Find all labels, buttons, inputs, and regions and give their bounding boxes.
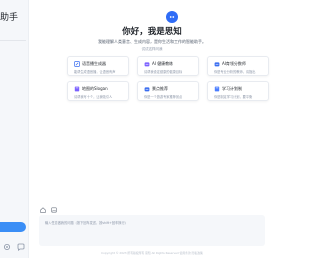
copyright-footer: Copyright © 2023 所有版权所有 思知 All Rights Re… [101,251,203,255]
suggestion-card[interactable]: 语音播生成器 能帮生成语音播，让语音有声 [67,56,129,76]
edit-icon [74,61,80,67]
card-title: 地图的Slogan [82,86,108,91]
assistant-logo-icon [166,11,178,23]
card-description: 请帮我写十个，让我吸引人 [74,95,113,99]
welcome-subtitle: 我能理解人类意言、生成内容，是你生活和工作的智能助手。 [98,39,206,44]
card-description: 你是专业分析的教师，请指出 [214,70,256,74]
sidebar-divider [0,40,26,41]
suggestion-card[interactable]: 地图的Slogan 请帮我写十个，让我吸引人 [67,81,129,101]
card-title: AI 健康教练 [152,61,174,66]
message-input[interactable] [39,215,265,246]
card-title: AI育领分数师 [222,61,246,66]
robot-icon [144,87,150,92]
book-icon [74,86,80,92]
card-title: 语音播生成器 [82,61,106,66]
suggestion-card[interactable]: 景点推荐 你是一个旅游专家推荐景点 [137,81,199,101]
app-brand: 助手 [0,13,19,23]
card-description: 你是制定学习计划，要平衡 [214,95,253,99]
sidebar: 助手 [0,0,29,258]
suggestion-hint: 试试这样问我 [141,47,163,51]
settings-icon[interactable] [3,243,11,251]
chat-icon[interactable] [17,243,25,251]
card-title: 学习计划制 [222,86,242,91]
robot-icon [214,62,220,67]
card-description: 你是一个旅游专家推荐景点 [144,95,183,99]
suggestion-card[interactable]: 学习计划制 你是制定学习计划，要平衡 [207,81,269,101]
home-icon[interactable] [40,207,46,213]
card-description: 请帮我设定健康的健康目标 [144,70,183,74]
card-title: 景点推荐 [152,86,168,91]
new-chat-button[interactable] [0,222,26,232]
chat-main: 你好，我是思知 我能理解人类意言、生成内容，是你生活和工作的智能助手。 试试这样… [29,0,275,258]
welcome-title: 你好，我是思知 [122,27,182,37]
suggestion-card[interactable]: AI 健康教练 请帮我设定健康的健康目标 [137,56,199,76]
suggestion-card[interactable]: AI育领分数师 你是专业分析的教师，请指出 [207,56,269,76]
message-input-box [39,215,265,246]
image-icon[interactable] [51,207,57,213]
robot-icon [144,62,150,67]
book-icon [214,86,220,92]
card-description: 能帮生成语音播，让语音有声 [74,70,116,74]
